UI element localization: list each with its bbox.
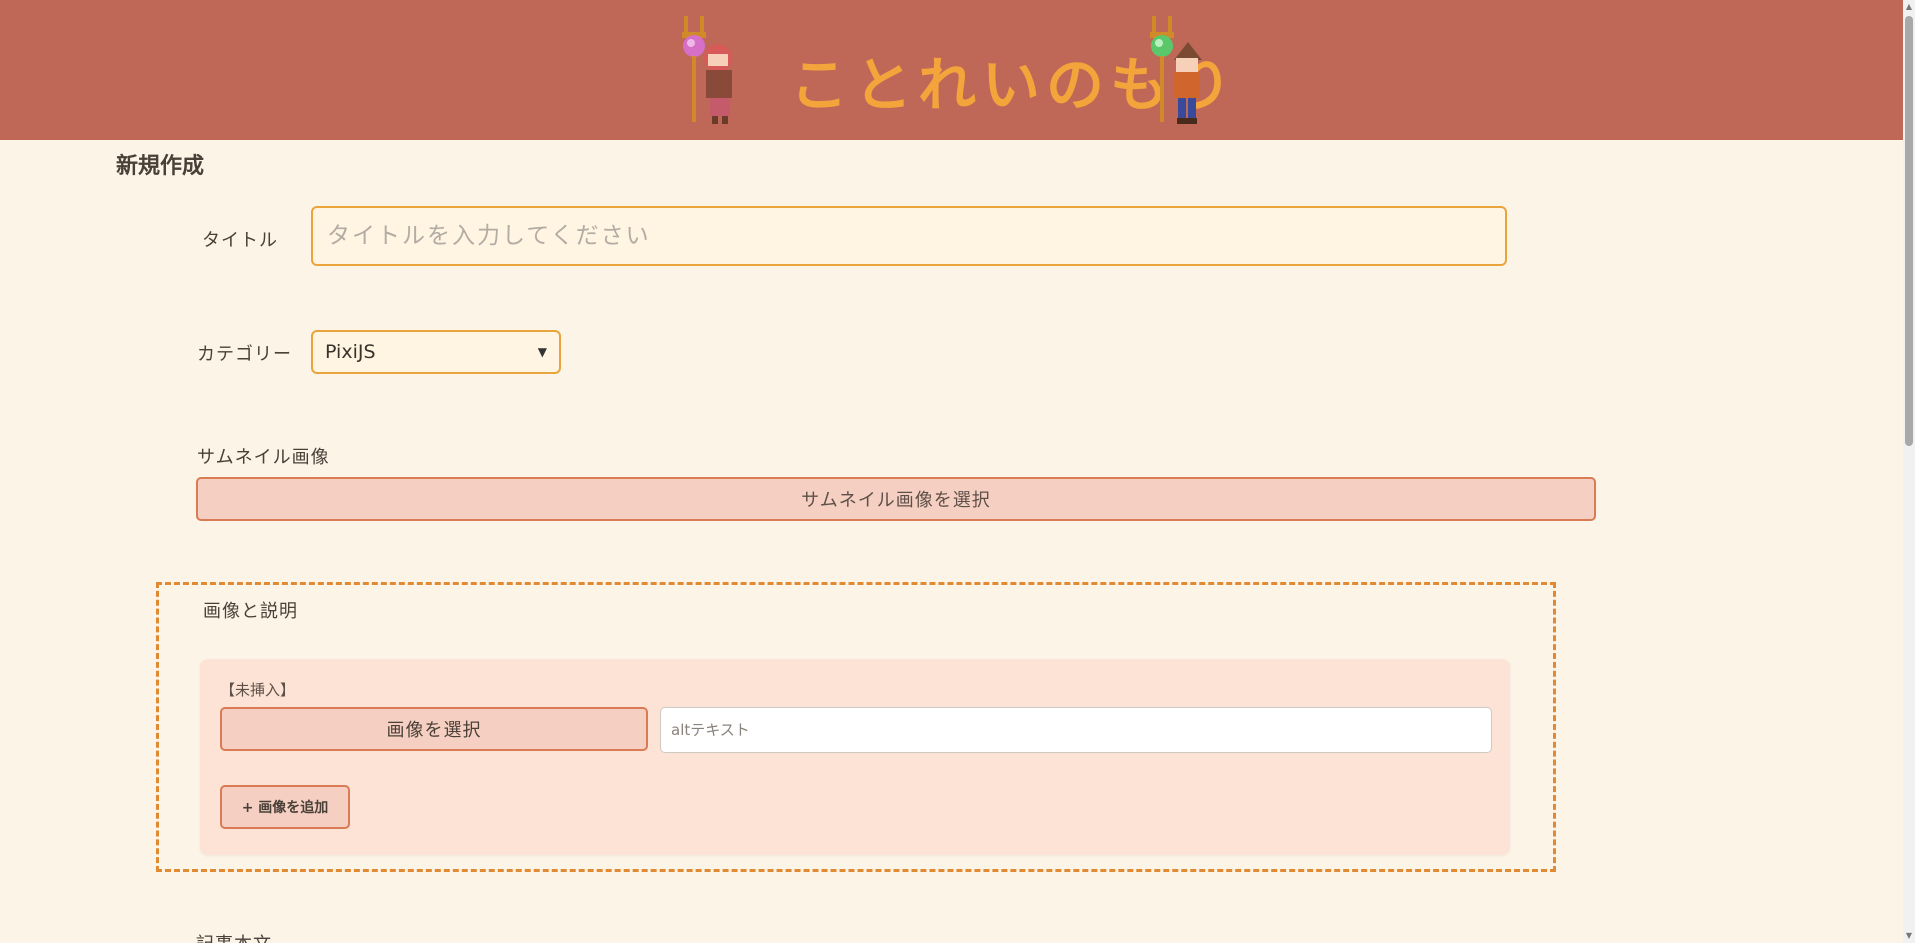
select-image-button[interactable]: 画像を選択	[220, 707, 648, 751]
select-thumbnail-button[interactable]: サムネイル画像を選択	[196, 477, 1596, 521]
mage-boy-icon	[1150, 16, 1202, 124]
title-label: タイトル	[202, 230, 278, 251]
vertical-scrollbar[interactable]: ▲ ▼	[1903, 0, 1915, 943]
category-label: カテゴリー	[197, 344, 292, 365]
scrollbar-thumb[interactable]	[1905, 16, 1913, 446]
site-header: ことれいのもり	[0, 0, 1903, 140]
image-item-card: 【未挿入】 画像を選択 + 画像を追加	[200, 659, 1510, 855]
thumbnail-label: サムネイル画像	[197, 447, 330, 468]
category-selected-value: PixiJS	[325, 341, 376, 363]
page: ことれいのもり 新規作成 タイトル カテゴリー Pixi	[0, 0, 1915, 943]
title-input[interactable]	[311, 206, 1507, 266]
alt-text-input[interactable]	[660, 707, 1492, 753]
images-section-label: 画像と説明	[203, 601, 298, 622]
images-section: 画像と説明 【未挿入】 画像を選択 + 画像を追加	[156, 582, 1556, 872]
site-logo[interactable]: ことれいのもり	[670, 8, 1232, 133]
scroll-up-arrow-icon[interactable]: ▲	[1903, 0, 1915, 14]
image-status-label: 【未挿入】	[220, 681, 296, 699]
category-select[interactable]: PixiJS ▼	[311, 330, 561, 374]
page-title: 新規作成	[116, 154, 205, 179]
chevron-down-icon: ▼	[537, 345, 547, 359]
add-image-button[interactable]: + 画像を追加	[220, 785, 350, 829]
scroll-down-arrow-icon[interactable]: ▼	[1903, 929, 1915, 943]
body-label: 記事本文	[196, 930, 272, 943]
mage-girl-icon	[682, 16, 732, 124]
